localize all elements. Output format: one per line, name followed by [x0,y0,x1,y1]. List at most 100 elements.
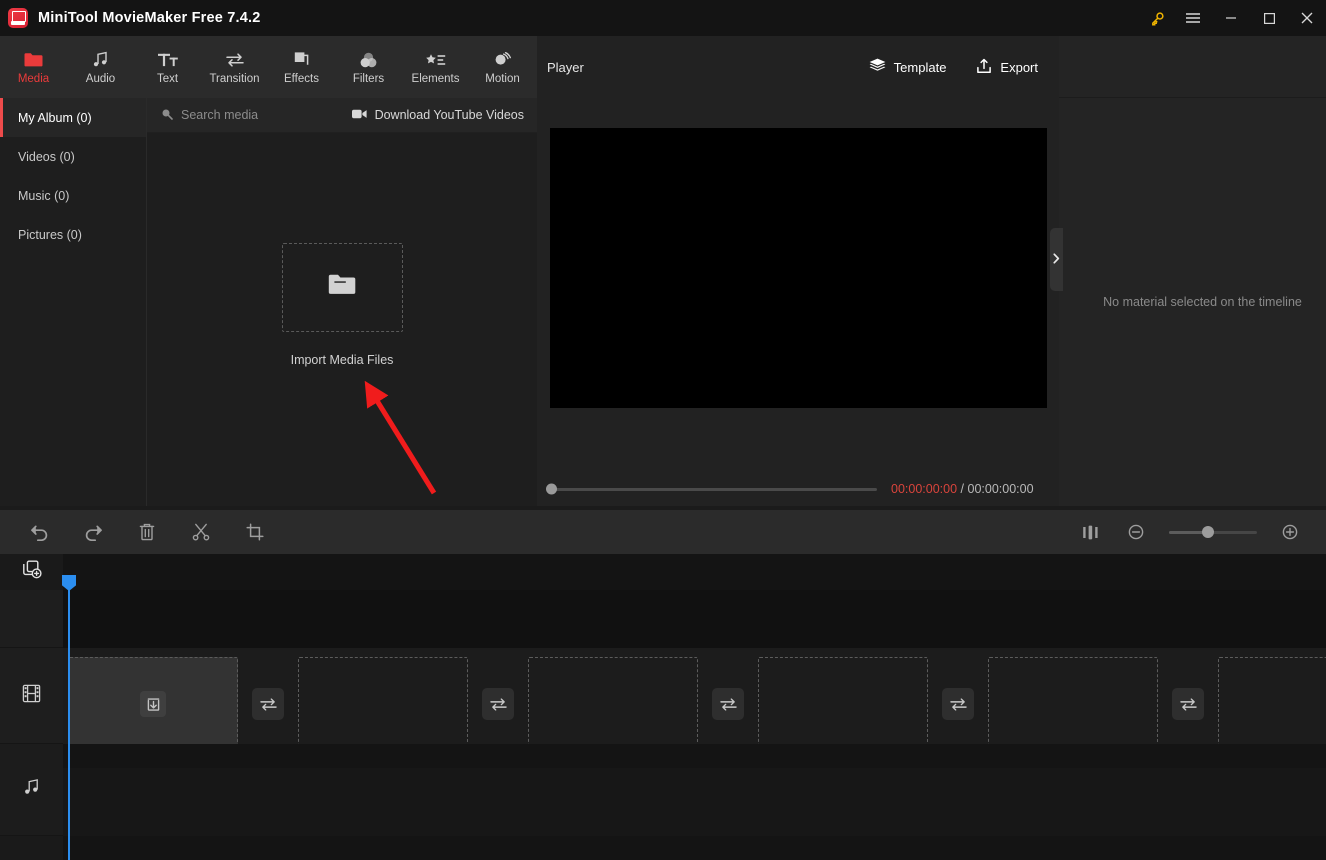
timeline-transition-button[interactable] [712,688,744,720]
zoom-handle[interactable] [1202,526,1214,538]
app-window: MiniTool MovieMaker Free 7.4.2 Media Aud… [0,0,1326,860]
tool-label: Media [17,73,50,85]
app-logo-icon [8,8,28,28]
timeline-ruler[interactable] [63,554,1326,590]
tool-effects[interactable]: Effects [268,36,335,98]
category-videos[interactable]: Videos (0) [0,137,146,176]
menu-button[interactable] [1174,0,1212,36]
tool-label: Text [156,73,179,85]
track-headers [0,554,63,860]
redo-button[interactable] [73,515,113,549]
search-placeholder: Search media [181,108,259,122]
timeline-dropzone[interactable] [298,657,468,751]
media-category-list: My Album (0) Videos (0) Music (0) Pictur… [0,98,147,506]
player-title: Player [547,59,584,75]
tool-text[interactable]: Text [134,36,201,98]
properties-empty-message: No material selected on the timeline [1103,295,1302,309]
time-separator: / [960,482,965,496]
motion-ball-icon [493,49,512,68]
close-button[interactable] [1288,0,1326,36]
properties-header [1059,36,1326,98]
maximize-button[interactable] [1250,0,1288,36]
timeline-dropzone[interactable] [1218,657,1326,751]
seek-handle[interactable] [546,483,557,495]
tool-elements[interactable]: Elements [402,36,469,98]
timeline-zoom-controls [1070,515,1310,549]
tool-transition[interactable]: Transition [201,36,268,98]
category-label: Pictures (0) [18,227,82,242]
track-header-video[interactable] [0,648,63,744]
track-header-text[interactable] [0,590,63,648]
player-header: Player Template Export [537,36,1059,98]
tool-filters[interactable]: Filters [335,36,402,98]
search-input[interactable]: Search media [161,108,258,123]
timeline-zoom-slider[interactable] [1169,526,1257,538]
fit-to-timeline-button[interactable] [1070,515,1110,549]
timeline-playhead[interactable] [62,575,76,860]
timeline-transition-button[interactable] [482,688,514,720]
import-dropzone[interactable] [281,242,403,332]
import-media-area[interactable]: Import Media Files [147,133,537,506]
folder-icon [24,49,43,68]
music-note-icon [92,49,110,68]
window-controls [1140,0,1326,36]
folder-icon [328,273,356,301]
export-upload-icon [976,58,992,77]
export-button[interactable]: Export [969,53,1045,82]
timeline-clip-strip [63,657,1326,751]
music-note-icon [23,778,41,801]
template-label: Template [893,59,947,75]
zoom-out-button[interactable] [1116,515,1156,549]
seek-slider[interactable] [546,483,877,495]
split-button[interactable] [181,515,221,549]
media-toolbar: Search media Download YouTube Videos [147,98,537,133]
tool-motion[interactable]: Motion [469,36,536,98]
current-time: 00:00:00:00 [891,482,958,496]
zoom-in-button[interactable] [1270,515,1310,549]
video-preview[interactable] [550,128,1047,408]
add-media-track-icon [22,560,42,584]
license-key-button[interactable] [1140,0,1174,36]
minimize-button[interactable] [1212,0,1250,36]
timeline-dropzone[interactable] [528,657,698,751]
category-label: Music (0) [18,188,70,203]
timeline-audio-lane[interactable] [63,768,1326,836]
download-into-icon [140,691,166,717]
crop-button[interactable] [235,515,275,549]
total-time: 00:00:00:00 [967,482,1034,496]
tool-audio[interactable]: Audio [67,36,134,98]
template-button[interactable]: Template [862,53,954,81]
delete-button[interactable] [127,515,167,549]
category-pictures[interactable]: Pictures (0) [0,215,146,254]
category-my-album[interactable]: My Album (0) [0,98,146,137]
category-label: My Album (0) [18,110,92,125]
title-bar: MiniTool MovieMaker Free 7.4.2 [0,0,1326,36]
tool-label: Filters [352,73,385,85]
timeline-dropzone[interactable] [68,657,238,751]
import-media-files-label: Import Media Files [290,352,394,367]
category-label: Videos (0) [18,149,75,164]
player-panel: Player Template Export 00:00:00:00 / 00:… [537,36,1059,536]
film-strip-icon [22,684,41,708]
timeline-dropzone[interactable] [988,657,1158,751]
add-media-track-button[interactable] [0,554,63,590]
undo-button[interactable] [19,515,59,549]
timeline [0,554,1326,860]
category-music[interactable]: Music (0) [0,176,146,215]
timeline-audio-track[interactable] [63,744,1326,836]
timeline-text-track[interactable] [63,590,1326,648]
tool-label: Motion [485,73,520,85]
timeline-transition-button[interactable] [252,688,284,720]
download-youtube-videos-button[interactable]: Download YouTube Videos [351,108,524,123]
timeline-transition-button[interactable] [942,688,974,720]
timeline-video-track[interactable] [63,648,1326,751]
properties-panel: No material selected on the timeline [1050,36,1326,506]
track-header-audio[interactable] [0,744,63,836]
tool-media[interactable]: Media [0,36,67,98]
media-panel: My Album (0) Videos (0) Music (0) Pictur… [0,98,537,506]
timeline-transition-button[interactable] [1172,688,1204,720]
tool-label: Elements [411,73,460,85]
time-readout: 00:00:00:00 / 00:00:00:00 [891,482,1034,496]
timeline-dropzone[interactable] [758,657,928,751]
window-title: MiniTool MovieMaker Free 7.4.2 [38,10,261,26]
